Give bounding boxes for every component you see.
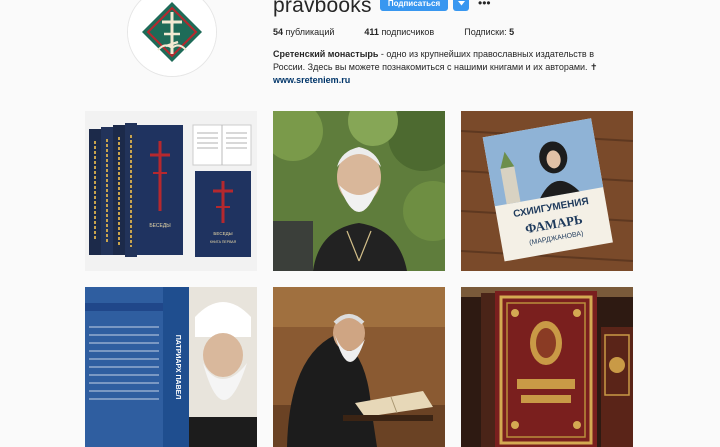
post-tile-book-set[interactable]: БЕСЕДЫ БЕСЕДЫ КНИГА ПЕРВАЯ (85, 111, 257, 271)
post-tile-elder-portrait[interactable] (273, 111, 445, 271)
post-tile-book-patriarch-pavel[interactable]: ПАТРИАРХ ПАВЕЛ (85, 287, 257, 447)
followers-label: подписчиков (381, 27, 435, 37)
posts-count: 54 (273, 27, 284, 37)
monastery-cross-logo-icon (128, 0, 216, 76)
more-options-icon[interactable]: ••• (478, 0, 491, 9)
book-fomar-image: СХИИГУМЕНИЯ ФАМАРЬ (МАРДЖАНОВА) (461, 111, 633, 271)
subscribe-button[interactable]: Подписаться (380, 0, 448, 11)
chevron-down-icon (457, 1, 465, 6)
post-tile-book-fomar[interactable]: СХИИГУМЕНИЯ ФАМАРЬ (МАРДЖАНОВА) (461, 111, 633, 271)
book-ornate-gold-image (461, 287, 633, 447)
profile-stats: 54 публикаций 411 подписчиков Подписки: … (273, 27, 514, 37)
post-tile-elder-reading[interactable] (273, 287, 445, 447)
followers-count: 411 (364, 27, 379, 37)
bio-name: Сретенский монастырь (273, 49, 379, 59)
svg-text:БЕСЕДЫ: БЕСЕДЫ (213, 231, 232, 236)
book-patriarch-pavel-image: ПАТРИАРХ ПАВЕЛ (85, 287, 257, 447)
elder-reading-image (273, 287, 445, 447)
following-label: Подписки: (464, 27, 507, 37)
svg-text:БЕСЕДЫ: БЕСЕДЫ (149, 223, 171, 229)
profile-bio: Сретенский монастырь - одно из крупнейши… (273, 48, 623, 87)
posts-stat[interactable]: 54 публикаций (273, 27, 334, 37)
profile-username: pravbooks (273, 0, 372, 17)
profile-avatar[interactable] (127, 0, 217, 77)
bio-website-link[interactable]: www.sreteniem.ru (273, 74, 623, 87)
posts-grid: БЕСЕДЫ БЕСЕДЫ КНИГА ПЕРВАЯ СХИИГУМЕНИЯ Ф… (85, 111, 633, 447)
suggestions-dropdown-button[interactable] (453, 0, 469, 11)
svg-text:КНИГА ПЕРВАЯ: КНИГА ПЕРВАЯ (210, 240, 237, 244)
followers-stat[interactable]: 411 подписчиков (364, 27, 434, 37)
following-stat[interactable]: Подписки: 5 (464, 27, 514, 37)
book-set-image: БЕСЕДЫ БЕСЕДЫ КНИГА ПЕРВАЯ (85, 111, 257, 271)
posts-label: публикаций (285, 27, 335, 37)
svg-text:ПАТРИАРХ ПАВЕЛ: ПАТРИАРХ ПАВЕЛ (174, 335, 181, 400)
post-tile-book-ornate-gold[interactable] (461, 287, 633, 447)
elder-portrait-image (273, 111, 445, 271)
following-count: 5 (509, 27, 515, 37)
